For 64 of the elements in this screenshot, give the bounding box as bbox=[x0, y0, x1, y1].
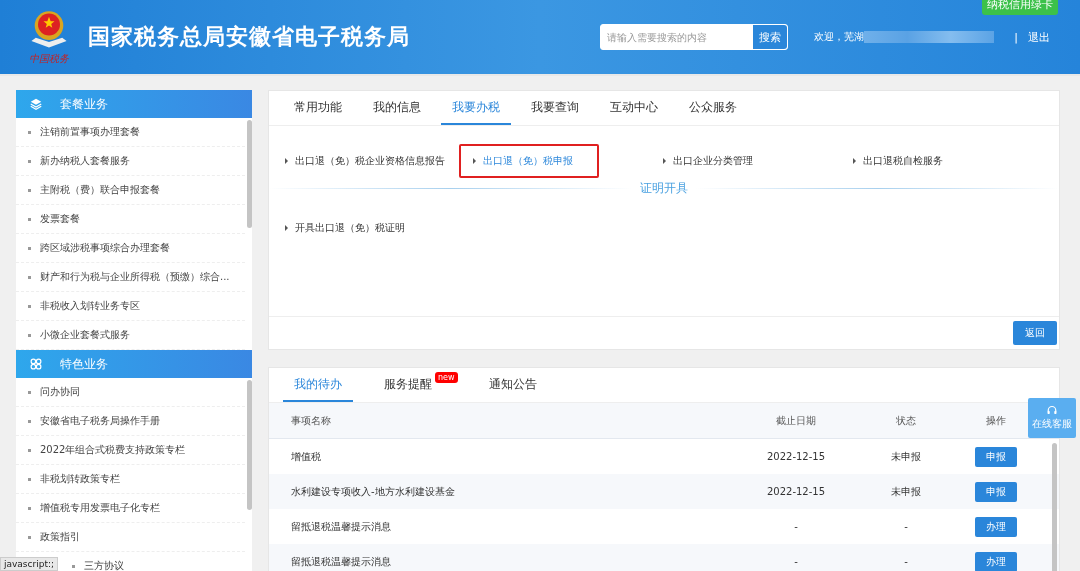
sidebar-item[interactable]: 主附税（费）联合申报套餐 bbox=[16, 176, 245, 205]
sidebar-item[interactable]: 2022年组合式税费支持政策专栏 bbox=[16, 436, 245, 465]
sidebar-item[interactable]: 增值税专用发票电子化专栏 bbox=[16, 494, 245, 523]
scrollbar[interactable] bbox=[247, 380, 252, 510]
sidebar-item[interactable]: 安徽省电子税务局操作手册 bbox=[16, 407, 245, 436]
sidebar-item[interactable]: 注销前置事项办理套餐 bbox=[16, 118, 245, 147]
table-cell-text: 水利建设专项收入-地方水利建设基金 bbox=[291, 484, 456, 499]
scrollbar[interactable] bbox=[1052, 443, 1057, 571]
sidebar-item[interactable]: 发票套餐 bbox=[16, 205, 245, 234]
table-cell-text: 2022-12-15 bbox=[765, 451, 827, 462]
back-button[interactable]: 返回 bbox=[1013, 321, 1057, 345]
table-cell-text: 2022-12-15 bbox=[765, 486, 827, 497]
service-link[interactable]: 出口退（免）税企业资格信息报告 bbox=[283, 144, 459, 178]
table-cell-text: - bbox=[903, 556, 909, 567]
search-button[interactable]: 搜索 bbox=[753, 25, 788, 49]
sidebar-item[interactable]: 新办纳税人套餐服务 bbox=[16, 147, 245, 176]
status-tooltip: javascript:; bbox=[0, 557, 58, 571]
tab[interactable]: 通知公告 bbox=[477, 368, 548, 402]
tab[interactable]: 互动中心 bbox=[599, 91, 669, 125]
new-badge: new bbox=[435, 372, 458, 383]
column-header: 操作 bbox=[985, 413, 1007, 428]
action-button[interactable]: 申报 bbox=[975, 481, 1017, 502]
service-link[interactable]: 出口退（免）税申报 bbox=[459, 144, 599, 178]
action-button[interactable]: 申报 bbox=[975, 446, 1017, 467]
section-title: 套餐业务 bbox=[60, 95, 108, 113]
tab[interactable]: 常用功能 bbox=[283, 91, 353, 125]
tab[interactable]: 我的信息 bbox=[362, 91, 432, 125]
scrollbar[interactable] bbox=[247, 120, 252, 228]
tab[interactable]: 公众服务 bbox=[678, 91, 748, 125]
table-cell-text: - bbox=[793, 556, 799, 567]
logout-link[interactable]: 退出 bbox=[1028, 29, 1050, 45]
table-cell-text: 留抵退税温馨提示消息 bbox=[291, 554, 392, 569]
column-header: 事项名称 bbox=[291, 413, 332, 428]
sidebar-item[interactable]: 政策指引 bbox=[16, 523, 245, 552]
clover-icon bbox=[30, 358, 42, 370]
service-link[interactable]: 出口企业分类管理 bbox=[661, 144, 851, 178]
table-cell-text: 增值税 bbox=[291, 449, 322, 464]
table-cell-text: 留抵退税温馨提示消息 bbox=[291, 519, 392, 534]
search-field[interactable]: 请输入需要搜索的内容 搜索 bbox=[600, 24, 789, 50]
service-link[interactable]: 开具出口退（免）税证明 bbox=[283, 211, 459, 245]
logo-text: 中国税务 bbox=[29, 52, 69, 66]
section-divider-title: 证明开具 bbox=[640, 180, 688, 197]
welcome-text: 欢迎，芜湖 bbox=[814, 30, 865, 44]
column-header: 截止日期 bbox=[775, 413, 817, 428]
sidebar-item[interactable]: 问办协同 bbox=[16, 378, 245, 407]
column-header: 状态 bbox=[895, 413, 917, 428]
tab[interactable]: 我要查询 bbox=[520, 91, 590, 125]
separator-text: | bbox=[1014, 30, 1018, 44]
table-cell-text: - bbox=[793, 521, 799, 532]
table-cell-text: 未申报 bbox=[890, 484, 922, 499]
sidebar-item[interactable]: 非税收入划转业务专区 bbox=[16, 292, 245, 321]
table-cell-text: - bbox=[903, 521, 909, 532]
table-cell-text: 未申报 bbox=[890, 449, 922, 464]
headset-icon bbox=[1046, 405, 1058, 417]
layers-icon bbox=[30, 98, 42, 110]
sidebar-item[interactable]: 财产和行为税与企业所得税（预缴）综合... bbox=[16, 263, 245, 292]
site-title: 国家税务总局安徽省电子税务局 bbox=[88, 23, 410, 51]
tab[interactable]: 我要办税 bbox=[441, 91, 511, 125]
action-button[interactable]: 办理 bbox=[975, 551, 1017, 571]
service-link[interactable]: 出口退税自检服务 bbox=[851, 144, 1041, 178]
sidebar-item[interactable]: 跨区域涉税事项综合办理套餐 bbox=[16, 234, 245, 263]
action-button[interactable]: 办理 bbox=[975, 516, 1017, 537]
section-title: 特色业务 bbox=[60, 355, 108, 373]
sidebar-item[interactable]: 非税划转政策专栏 bbox=[16, 465, 245, 494]
